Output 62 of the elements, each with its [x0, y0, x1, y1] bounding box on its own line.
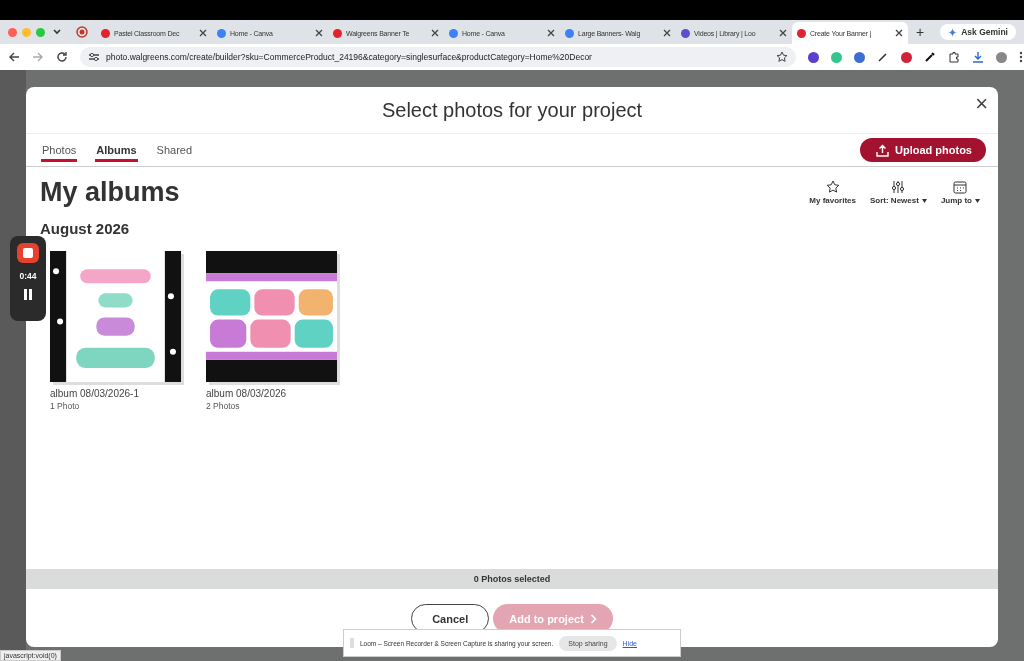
- section-heading: August 2026: [40, 220, 131, 237]
- favicon-icon: [217, 28, 226, 38]
- photo-count: 1 Photo: [50, 401, 81, 411]
- site-settings-icon[interactable]: [88, 52, 100, 62]
- puzzle-icon[interactable]: [948, 51, 960, 63]
- page-heading: My albums: [40, 177, 180, 208]
- eyedropper-icon[interactable]: [924, 51, 936, 63]
- favicon-icon: [681, 28, 690, 38]
- close-icon[interactable]: [315, 29, 323, 37]
- tab[interactable]: Albums: [95, 138, 138, 162]
- sparkle-icon: [948, 27, 958, 37]
- recording-time: 0:44: [19, 271, 37, 281]
- sliders-icon: [891, 180, 906, 194]
- close-icon[interactable]: [431, 29, 439, 37]
- drag-handle-icon[interactable]: [350, 638, 354, 648]
- favicon-icon: [101, 28, 110, 38]
- pause-icon[interactable]: [23, 289, 33, 300]
- download-icon[interactable]: [972, 51, 984, 63]
- extension-icon[interactable]: [854, 51, 865, 63]
- tool-label: My favorites: [809, 196, 856, 205]
- reload-icon[interactable]: [56, 51, 68, 63]
- caret-icon: [975, 198, 980, 203]
- close-icon[interactable]: [199, 29, 207, 37]
- caret-icon: [921, 198, 927, 203]
- selected-count: 0 Photos selected: [473, 574, 551, 584]
- favicon-icon: [449, 28, 458, 38]
- extension-icon[interactable]: [808, 51, 819, 63]
- more-icon[interactable]: [1019, 51, 1023, 63]
- ask-gemini-button[interactable]: Ask Gemini: [940, 24, 1016, 40]
- album-name: album 08/03/2026: [206, 388, 288, 399]
- star-icon: [825, 180, 840, 194]
- favicon-icon: [565, 28, 574, 38]
- close-button[interactable]: ×: [975, 91, 988, 117]
- upload-photos-button[interactable]: Upload photos: [860, 138, 986, 162]
- record-icon[interactable]: [76, 26, 88, 38]
- tab[interactable]: Photos: [41, 138, 78, 162]
- photo-count: 2 Photos: [206, 401, 241, 411]
- close-icon[interactable]: [895, 29, 903, 37]
- back-icon[interactable]: [8, 51, 20, 63]
- extension-icon[interactable]: [901, 51, 912, 63]
- favicon-icon: [333, 28, 342, 38]
- close-icon[interactable]: [663, 29, 671, 37]
- tool-label: Sort: Newest: [870, 196, 919, 205]
- new-tab-button[interactable]: +: [916, 24, 925, 40]
- upload-icon: [876, 143, 889, 157]
- toolbar-button[interactable]: Sort: Newest: [870, 180, 927, 205]
- bookmark-star-icon[interactable]: [776, 51, 788, 63]
- album-name: album 08/03/2026-1: [50, 388, 140, 399]
- chevron-right-icon: [589, 613, 597, 624]
- profile-avatar[interactable]: [996, 51, 1007, 63]
- dialog-title: Select photos for your project: [381, 98, 643, 122]
- close-icon[interactable]: [547, 29, 555, 37]
- stop-recording-button[interactable]: [17, 243, 39, 263]
- calendar-icon: [953, 180, 968, 194]
- toolbar-button[interactable]: My favorites: [809, 180, 856, 205]
- tab[interactable]: Shared: [155, 138, 194, 162]
- pen-icon[interactable]: [877, 51, 889, 63]
- address-bar[interactable]: photo.walgreens.com/create/builder?sku=CommerceProduct_24196&category=singlesurface&productCategory=Home%20Decor: [80, 47, 796, 67]
- close-icon[interactable]: [779, 29, 787, 37]
- favicon-icon: [797, 28, 806, 38]
- tool-label: Jump to: [940, 196, 972, 205]
- toolbar-button[interactable]: Jump to: [940, 180, 980, 205]
